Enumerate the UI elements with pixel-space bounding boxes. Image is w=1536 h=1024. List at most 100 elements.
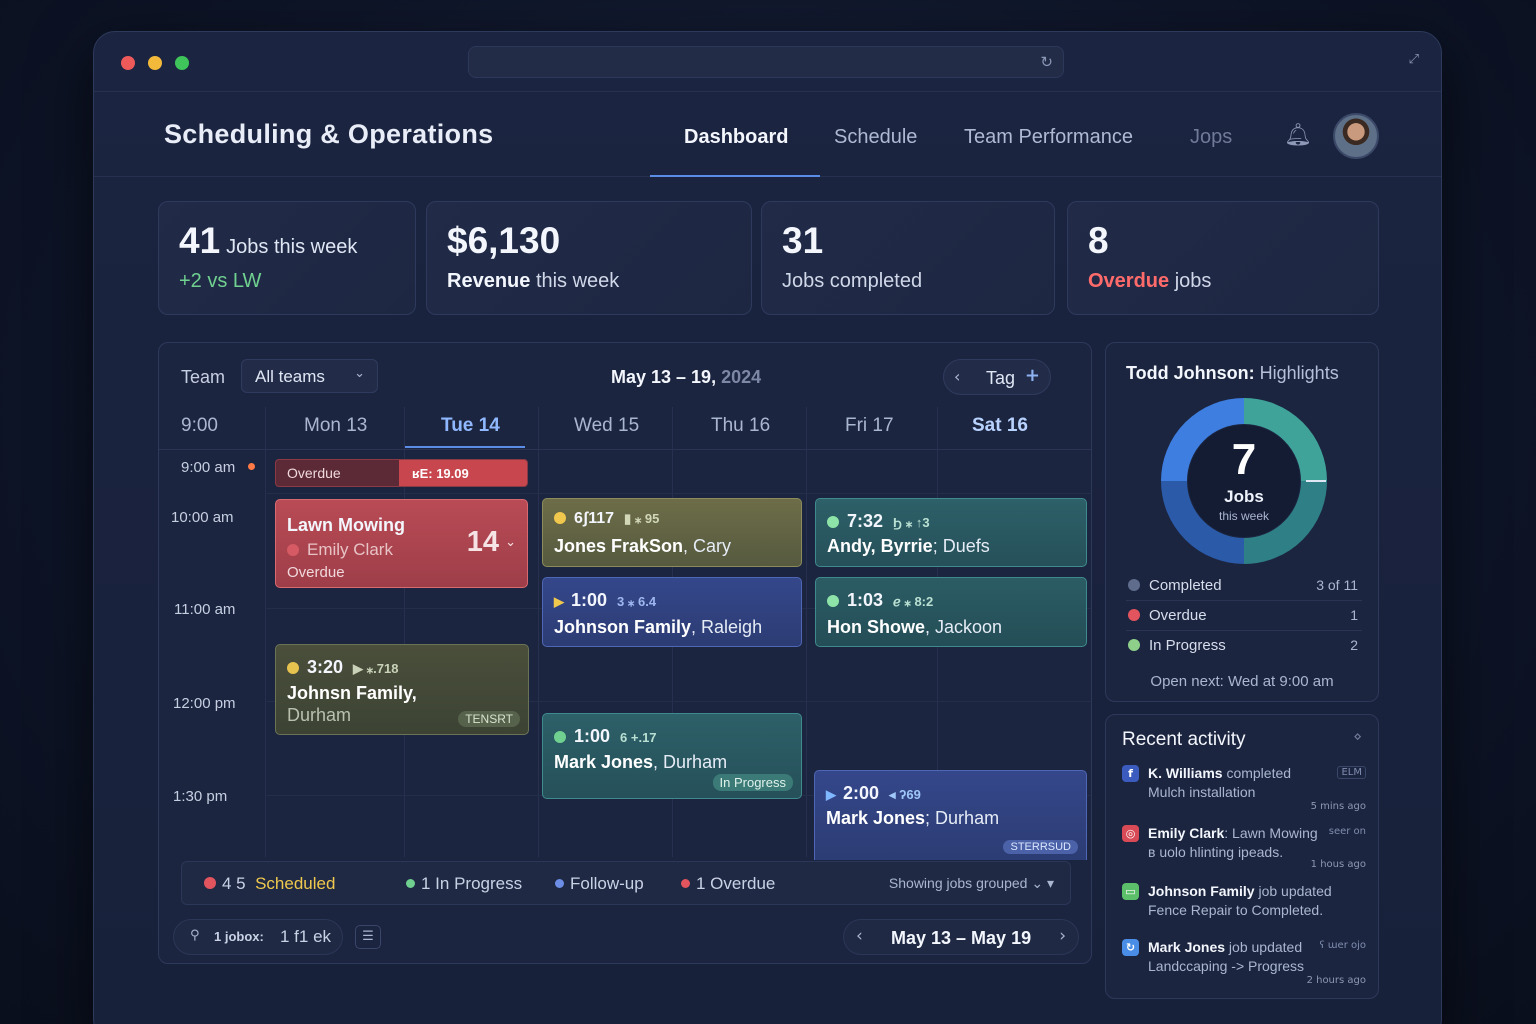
event-tag: TENSRT: [458, 711, 520, 727]
highlight-row-value: 3 of 11: [1316, 577, 1358, 593]
donut-sublabel: this week: [1218, 509, 1270, 523]
event-city: , Durham: [653, 752, 728, 772]
tab-dashboard[interactable]: Dashboard: [684, 126, 788, 149]
activity-item[interactable]: f K. Williams completed Mulch installati…: [1122, 763, 1366, 815]
expand-icon[interactable]: ⤢: [1409, 52, 1419, 67]
followup-dot-icon: [555, 879, 564, 888]
activity-tag: seer on: [1328, 826, 1366, 837]
activity-item[interactable]: ▭ Johnson Family job updated Fence Repai…: [1122, 881, 1366, 933]
day-header-mon[interactable]: Mon 13: [304, 415, 367, 437]
app-header: Scheduling & Operations Dashboard Schedu…: [94, 92, 1441, 177]
event-city: ; Durham: [925, 808, 1000, 828]
refresh-icon: ↻: [1122, 939, 1139, 956]
day-header-sat[interactable]: Sat 16: [972, 415, 1028, 437]
activity-line: K. Williams completed: [1148, 765, 1291, 781]
overdue-dot-icon: [1128, 609, 1140, 621]
event-mark-jones-wed[interactable]: 1:00 6 +.17 Mark Jones, Durham In Progres…: [542, 713, 802, 799]
activity-tag: ʕ ɯer ojo: [1319, 940, 1366, 951]
tag-label: Tag: [986, 368, 1016, 388]
event-name-line: Mark Jones, Durham: [554, 752, 727, 773]
stat-completed-value: 31: [782, 220, 824, 261]
activity-line: Johnson Family job updated: [1148, 883, 1332, 899]
grid-column-line: [538, 407, 539, 857]
stat-overdue-label-bold: Overdue: [1088, 270, 1170, 292]
event-name: Johnson Family: [554, 617, 692, 637]
event-lawn-mowing[interactable]: Lawn Mowing Emily Clark Overdue 14 ⌄: [275, 499, 528, 588]
event-mark-jones-fri[interactable]: ▶ 2:00 ◂ ʔ69 Mark Jones; Durham STERRSUD: [814, 770, 1087, 860]
legend-in-progress[interactable]: 1 In Progress: [406, 874, 522, 894]
warning-icon: [554, 512, 566, 524]
activity-detail: ʙ uolo hlinting ipeads.: [1148, 844, 1284, 860]
maximize-window-button[interactable]: [175, 56, 189, 70]
tab-team-performance[interactable]: Team Performance: [964, 126, 1133, 149]
close-window-button[interactable]: [121, 56, 135, 70]
play-icon: ▶: [826, 787, 836, 802]
event-hon-showe[interactable]: 1:03 ℯ ⁎ 8:2 Hon Showe, Jackoon: [815, 577, 1087, 647]
in-progress-dot-icon: [406, 879, 415, 888]
overdue-strip[interactable]: Overdue ʁE: 19.09: [275, 459, 528, 487]
chevron-left-icon[interactable]: ‹: [954, 367, 960, 386]
day-header-wed[interactable]: Wed 15: [574, 415, 639, 437]
stat-card-revenue: $6,130 Revenue this week: [426, 201, 752, 315]
event-name: Mark Jones: [554, 752, 654, 772]
minimize-window-button[interactable]: [148, 56, 162, 70]
legend-overdue[interactable]: 1 Overdue: [681, 874, 775, 894]
list-icon[interactable]: ☰: [355, 925, 381, 949]
user-icon: ⚲: [190, 928, 200, 943]
reload-icon[interactable]: ↻: [1040, 53, 1053, 71]
activity-who: K. Williams: [1148, 765, 1223, 781]
bell-icon[interactable]: 🔔︎: [1284, 123, 1312, 148]
highlight-row-completed[interactable]: Completed 3 of 11: [1126, 571, 1362, 601]
team-label: Team: [181, 367, 226, 387]
stat-overdue-label: Overdue jobs: [1088, 270, 1211, 293]
event-meta: Ϧ ⁎ ↑3: [893, 515, 930, 530]
address-bar[interactable]: ↻: [468, 46, 1064, 78]
stat-completed-label: Jobs completed: [782, 270, 923, 292]
event-andy-byrrie[interactable]: 7:32 Ϧ ⁎ ↑3 Andy, Byrrie; Duefs: [815, 498, 1087, 567]
tab-schedule[interactable]: Schedule: [834, 126, 917, 149]
chevron-left-icon[interactable]: ‹: [856, 926, 863, 946]
grouping-select[interactable]: Showing jobs grouped ⌄ ▾: [889, 875, 1054, 892]
jobs-box-key: 1 jobox:: [214, 929, 264, 944]
stat-revenue-label-rest: this week: [535, 270, 620, 292]
jobs-box-filter[interactable]: ⚲ 1 jobox: 1 f1 ek: [173, 919, 343, 955]
event-time: ▶ 2:00 ◂ ʔ69: [826, 783, 921, 804]
highlight-row-overdue[interactable]: Overdue 1: [1126, 601, 1362, 631]
document-icon: ▭: [1122, 883, 1139, 900]
event-jones-frakson[interactable]: 6ʃ117 ▮ ⁎ 95 Jones FrakSon, Cary: [542, 498, 802, 567]
avatar[interactable]: [1333, 113, 1379, 159]
more-icon[interactable]: ⋄: [1353, 729, 1362, 745]
legend-scheduled[interactable]: 4 5 Scheduled: [204, 874, 335, 894]
event-time: 1:00 6 +.17: [554, 726, 657, 747]
time-label: 1:30 pm: [173, 788, 228, 805]
tag-control[interactable]: ‹ Tag +: [943, 359, 1051, 395]
tab-jobs[interactable]: Jops: [1190, 126, 1232, 149]
legend-followup[interactable]: Follow-up: [555, 874, 644, 894]
highlights-card: Todd Johnson: Highlights 7 Jobs this wee…: [1105, 342, 1379, 702]
activity-what: completed: [1222, 765, 1292, 781]
highlight-row-label: Completed: [1149, 577, 1222, 594]
highlight-row-in-progress[interactable]: In Progress 2: [1126, 631, 1362, 661]
stat-card-completed: 31 Jobs completed: [761, 201, 1055, 315]
team-select-value: All teams: [255, 367, 325, 386]
event-johnson-raleigh[interactable]: ▶ 1:00 3 ⁎ 6.4 Johnson Family, Raleigh: [542, 577, 802, 647]
day-header-fri[interactable]: Fri 17: [845, 415, 894, 437]
chevron-down-icon[interactable]: ⌄: [505, 535, 516, 550]
chevron-right-icon[interactable]: ›: [1059, 926, 1066, 946]
highlight-row-value: 1: [1350, 607, 1358, 623]
day-header-tue[interactable]: Tue 14: [441, 415, 500, 437]
active-tab-indicator: [650, 175, 820, 177]
team-select[interactable]: All teams ⌄: [241, 359, 378, 393]
status-badge: STERRSUD: [1003, 840, 1078, 854]
event-person-name: Emily Clark: [307, 540, 393, 559]
activity-item[interactable]: ◎ Emily Clark: Lawn Mowing ʙ uolo hlinti…: [1122, 823, 1366, 875]
activity-time: 1 hous ago: [1310, 859, 1366, 870]
plus-icon[interactable]: +: [1025, 365, 1040, 386]
calendar-panel: Team All teams ⌄ May 13 – 19, 2024 ‹ Tag…: [158, 342, 1092, 964]
page-title: Scheduling & Operations: [164, 119, 494, 149]
donut-value: 7: [1231, 435, 1257, 484]
event-johnsn-family[interactable]: 3:20 ▶ ⁎.718 Johnsn Family, Durham TENSRT: [275, 644, 529, 735]
event-city: , Jackoon: [925, 617, 1003, 637]
activity-item[interactable]: ↻ Mark Jones job updated Landccaping -> …: [1122, 937, 1366, 989]
day-header-thu[interactable]: Thu 16: [711, 415, 770, 437]
